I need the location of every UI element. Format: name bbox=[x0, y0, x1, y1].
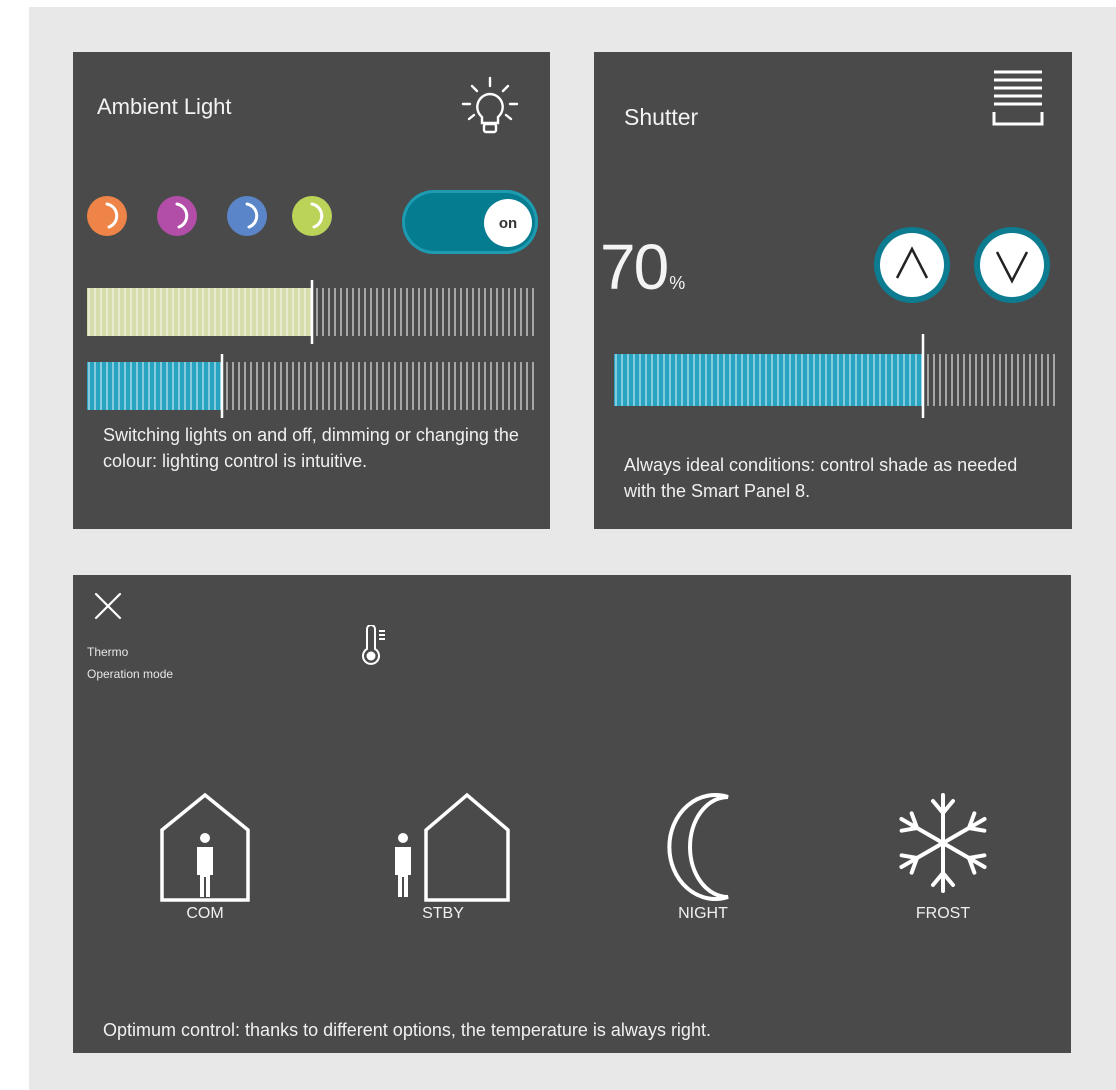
shutter-panel: Shutter 70% Always ideal conditions: con… bbox=[594, 52, 1072, 529]
color-temperature-slider[interactable] bbox=[87, 354, 537, 418]
person-outside-house-icon bbox=[395, 792, 510, 902]
mode-com[interactable]: COM bbox=[140, 775, 270, 923]
shutter-caption: Always ideal conditions: control shade a… bbox=[624, 455, 1018, 501]
shutter-slider-fill bbox=[614, 354, 923, 406]
house-person-icon bbox=[160, 792, 250, 902]
preset-arc-icon bbox=[245, 202, 259, 229]
shutter-slider-ticks bbox=[614, 334, 1055, 418]
thermo-title: Thermo bbox=[87, 645, 129, 659]
chevron-down-icon bbox=[995, 251, 1029, 284]
shutter-position-readout: 70% bbox=[600, 230, 685, 304]
ambient-light-panel: Ambient Light on Switching lights on and… bbox=[73, 52, 550, 529]
color-preset-blue[interactable] bbox=[227, 196, 267, 236]
mode-frost[interactable]: FROST bbox=[878, 775, 1008, 923]
window-blind-icon[interactable] bbox=[990, 68, 1046, 126]
close-icon[interactable] bbox=[91, 589, 125, 623]
mode-stby[interactable]: STBY bbox=[378, 775, 510, 923]
shutter-position-unit: % bbox=[669, 273, 686, 293]
preset-arc-icon bbox=[175, 202, 189, 229]
light-on-toggle[interactable]: on bbox=[402, 190, 538, 254]
color-preset-orange[interactable] bbox=[87, 196, 127, 236]
lightbulb-icon[interactable] bbox=[455, 74, 525, 144]
thermo-subtitle: Operation mode bbox=[87, 667, 174, 681]
preset-arc-icon bbox=[310, 202, 324, 229]
brightness-slider[interactable] bbox=[87, 280, 537, 344]
mode-night[interactable]: NIGHT bbox=[638, 775, 768, 923]
thermo-panel: Thermo Operation mode COM STBY NIGHT FRO… bbox=[73, 575, 1071, 1053]
shutter-title: Shutter bbox=[624, 104, 699, 130]
moon-icon bbox=[667, 793, 729, 901]
ambient-light-title: Ambient Light bbox=[97, 94, 232, 119]
mode-night-label: NIGHT bbox=[678, 905, 728, 922]
shutter-up-button[interactable] bbox=[880, 233, 944, 297]
color-preset-lime[interactable] bbox=[292, 196, 332, 236]
shutter-down-button[interactable] bbox=[980, 233, 1044, 297]
snowflake-icon bbox=[899, 793, 987, 893]
mode-com-label: COM bbox=[186, 905, 224, 922]
color-temperature-slider-ticks bbox=[87, 354, 534, 418]
toggle-knob-label: on bbox=[484, 199, 532, 247]
mode-frost-label: FROST bbox=[915, 905, 971, 922]
brightness-slider-fill bbox=[87, 288, 312, 336]
thermo-caption: Optimum control: thanks to different opt… bbox=[103, 1020, 711, 1040]
brightness-slider-ticks bbox=[87, 280, 534, 344]
chevron-up-icon bbox=[895, 246, 929, 279]
ambient-light-caption: Switching lights on and off, dimming or … bbox=[103, 425, 519, 471]
thermometer-icon bbox=[362, 625, 385, 665]
color-preset-magenta[interactable] bbox=[157, 196, 197, 236]
shutter-position-value: 70 bbox=[600, 231, 669, 303]
mode-stby-label: STBY bbox=[422, 905, 464, 922]
preset-arc-icon bbox=[105, 202, 119, 229]
shutter-position-slider[interactable] bbox=[614, 334, 1056, 418]
